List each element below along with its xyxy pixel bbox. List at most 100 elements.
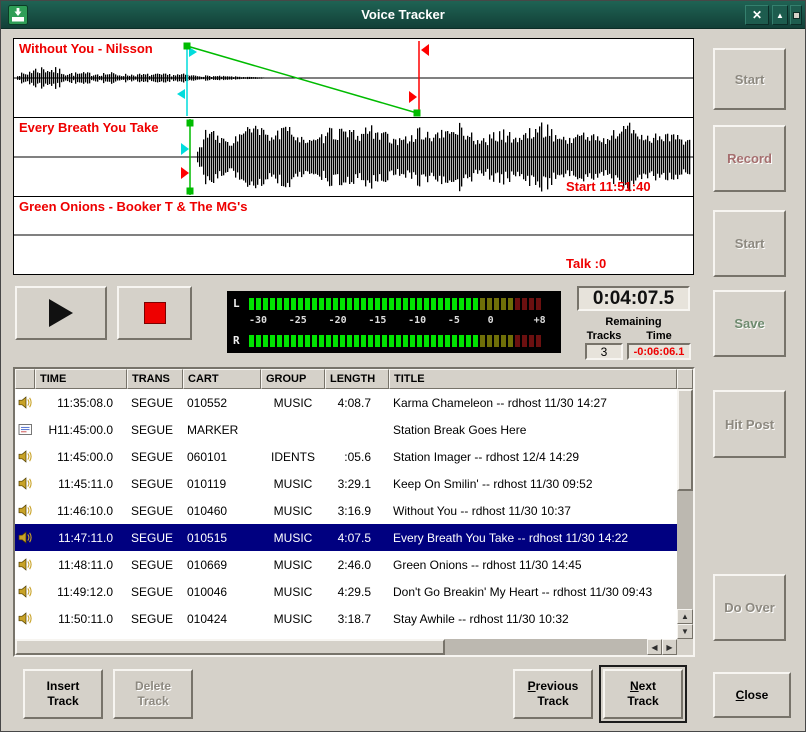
cell-trans: SEGUE: [127, 612, 183, 626]
start-track3-button[interactable]: Start: [713, 210, 786, 277]
scroll-up-button[interactable]: ▲: [677, 609, 693, 624]
meter-left-bar: [249, 298, 555, 310]
scroll-right-button[interactable]: ▶: [662, 639, 677, 655]
meter-right-label: R: [233, 334, 249, 347]
cell-time: 11:35:08.0: [35, 396, 127, 410]
do-over-button[interactable]: Do Over: [713, 574, 786, 641]
pin-button[interactable]: [790, 5, 802, 25]
start-track1-button[interactable]: Start: [713, 48, 786, 110]
cell-group: IDENTS: [261, 450, 325, 464]
header-corner: [677, 369, 693, 389]
horizontal-scrollbar[interactable]: ◀ ▶: [15, 639, 677, 655]
cell-length: 3:29.1: [325, 477, 389, 491]
cell-time: 11:45:00.0: [35, 450, 127, 464]
scrollbar-corner: [677, 639, 693, 655]
speaker-icon: [15, 558, 35, 571]
stop-button[interactable]: [117, 286, 192, 340]
cell-cart: 010515: [183, 531, 261, 545]
remaining-time-label: Time: [631, 330, 687, 342]
scroll-down-button[interactable]: ▼: [677, 624, 693, 639]
titlebar[interactable]: Voice Tracker ✕ ▲: [1, 1, 805, 29]
next-track-button[interactable]: NextTrack: [603, 669, 683, 719]
track2-cue-markers[interactable]: [181, 143, 189, 179]
column-header-time[interactable]: TIME: [35, 369, 127, 389]
log-row[interactable]: 11:45:11.0SEGUE010119MUSIC3:29.1Keep On …: [15, 470, 677, 497]
log-row[interactable]: 11:49:12.0SEGUE010046MUSIC4:29.5Don't Go…: [15, 578, 677, 605]
voice-tracker-window: Voice Tracker ✕ ▲: [0, 0, 806, 732]
hit-post-button[interactable]: Hit Post: [713, 390, 786, 458]
column-header-icon[interactable]: [15, 369, 35, 389]
log-row[interactable]: 11:35:08.0SEGUE010552MUSIC4:08.7Karma Ch…: [15, 389, 677, 416]
cell-group: MUSIC: [261, 585, 325, 599]
cell-title: Station Imager -- rdhost 12/4 14:29: [389, 450, 677, 464]
speaker-icon: [15, 477, 35, 490]
cell-time: 11:46:10.0: [35, 504, 127, 518]
cell-cart: 010460: [183, 504, 261, 518]
arrow-right-icon: ▶: [666, 643, 672, 652]
cell-trans: SEGUE: [127, 477, 183, 491]
cell-title: Without You -- rdhost 11/30 10:37: [389, 504, 677, 518]
cell-title: Keep On Smilin' -- rdhost 11/30 09:52: [389, 477, 677, 491]
log-row[interactable]: H11:53:30.0SEGUEMARKERWhats Up? Goes Her…: [15, 632, 677, 639]
horizontal-scrollbar-thumb[interactable]: [15, 639, 445, 655]
cell-trans: SEGUE: [127, 504, 183, 518]
column-header-title[interactable]: TITLE: [389, 369, 677, 389]
speaker-icon: [15, 531, 35, 544]
column-header-trans[interactable]: TRANS: [127, 369, 183, 389]
remaining-time-value: -0:06:06.1: [627, 343, 691, 360]
play-icon: [49, 299, 73, 327]
close-window-button[interactable]: ✕: [745, 5, 769, 25]
cell-time: 11:45:11.0: [35, 477, 127, 491]
speaker-icon: [15, 396, 35, 409]
remaining-label: Remaining: [577, 316, 690, 328]
cell-cart: 010046: [183, 585, 261, 599]
previous-track-button[interactable]: PreviousTrack: [513, 669, 593, 719]
log-row[interactable]: 11:48:11.0SEGUE010669MUSIC2:46.0Green On…: [15, 551, 677, 578]
vertical-scrollbar[interactable]: ▲ ▼: [677, 389, 693, 639]
waveform-canvas[interactable]: [14, 39, 693, 274]
cell-group: MUSIC: [261, 477, 325, 491]
cell-length: 2:46.0: [325, 558, 389, 572]
track1-title: Without You - Nilsson: [19, 41, 153, 56]
cell-group: MUSIC: [261, 531, 325, 545]
cell-title: Don't Go Breakin' My Heart -- rdhost 11/…: [389, 585, 677, 599]
speaker-icon: [15, 450, 35, 463]
arrow-up-icon: ▲: [681, 612, 689, 621]
cell-time: 11:50:11.0: [35, 612, 127, 626]
track3-title: Green Onions - Booker T & The MG's: [19, 199, 247, 214]
log-row[interactable]: 11:45:00.0SEGUE060101IDENTS:05.6Station …: [15, 443, 677, 470]
column-header-length[interactable]: LENGTH: [325, 369, 389, 389]
cell-trans: SEGUE: [127, 585, 183, 599]
column-header-cart[interactable]: CART: [183, 369, 261, 389]
speaker-icon: [15, 612, 35, 625]
log-row[interactable]: 11:50:11.0SEGUE010424MUSIC3:18.7Stay Awh…: [15, 605, 677, 632]
column-header-group[interactable]: GROUP: [261, 369, 325, 389]
cell-length: 4:29.5: [325, 585, 389, 599]
speaker-icon: [15, 504, 35, 517]
close-button[interactable]: Close: [713, 672, 791, 718]
cell-title: Green Onions -- rdhost 11/30 14:45: [389, 558, 677, 572]
vertical-scrollbar-thumb[interactable]: [677, 389, 693, 491]
pin-icon: [793, 12, 800, 19]
shade-button[interactable]: ▲: [772, 5, 788, 25]
cell-time: 11:48:11.0: [35, 558, 127, 572]
scroll-left-button[interactable]: ◀: [647, 639, 662, 655]
track-editor[interactable]: Without You - Nilsson Every Breath You T…: [13, 38, 694, 275]
log-row[interactable]: 11:46:10.0SEGUE010460MUSIC3:16.9Without …: [15, 497, 677, 524]
cell-trans: SEGUE: [127, 450, 183, 464]
log-header: TIME TRANS CART GROUP LENGTH TITLE: [15, 369, 693, 389]
save-button[interactable]: Save: [713, 290, 786, 357]
cell-title: Station Break Goes Here: [389, 423, 677, 437]
audio-meter: L -30-25-20-15-10-50+8 R: [227, 291, 561, 353]
remaining-tracks-value: 3: [585, 343, 623, 360]
delete-track-button[interactable]: DeleteTrack: [113, 669, 193, 719]
cell-length: 4:07.5: [325, 531, 389, 545]
log-rows: 11:35:08.0SEGUE010552MUSIC4:08.7Karma Ch…: [15, 389, 677, 639]
arrow-down-icon: ▼: [681, 627, 689, 636]
arrow-up-icon: ▲: [776, 11, 784, 20]
log-row[interactable]: H11:45:00.0SEGUEMARKERStation Break Goes…: [15, 416, 677, 443]
insert-track-button[interactable]: InsertTrack: [23, 669, 103, 719]
play-button[interactable]: [15, 286, 107, 340]
record-button[interactable]: Record: [713, 125, 786, 192]
log-row-selected[interactable]: 11:47:11.0SEGUE010515MUSIC4:07.5Every Br…: [15, 524, 677, 551]
